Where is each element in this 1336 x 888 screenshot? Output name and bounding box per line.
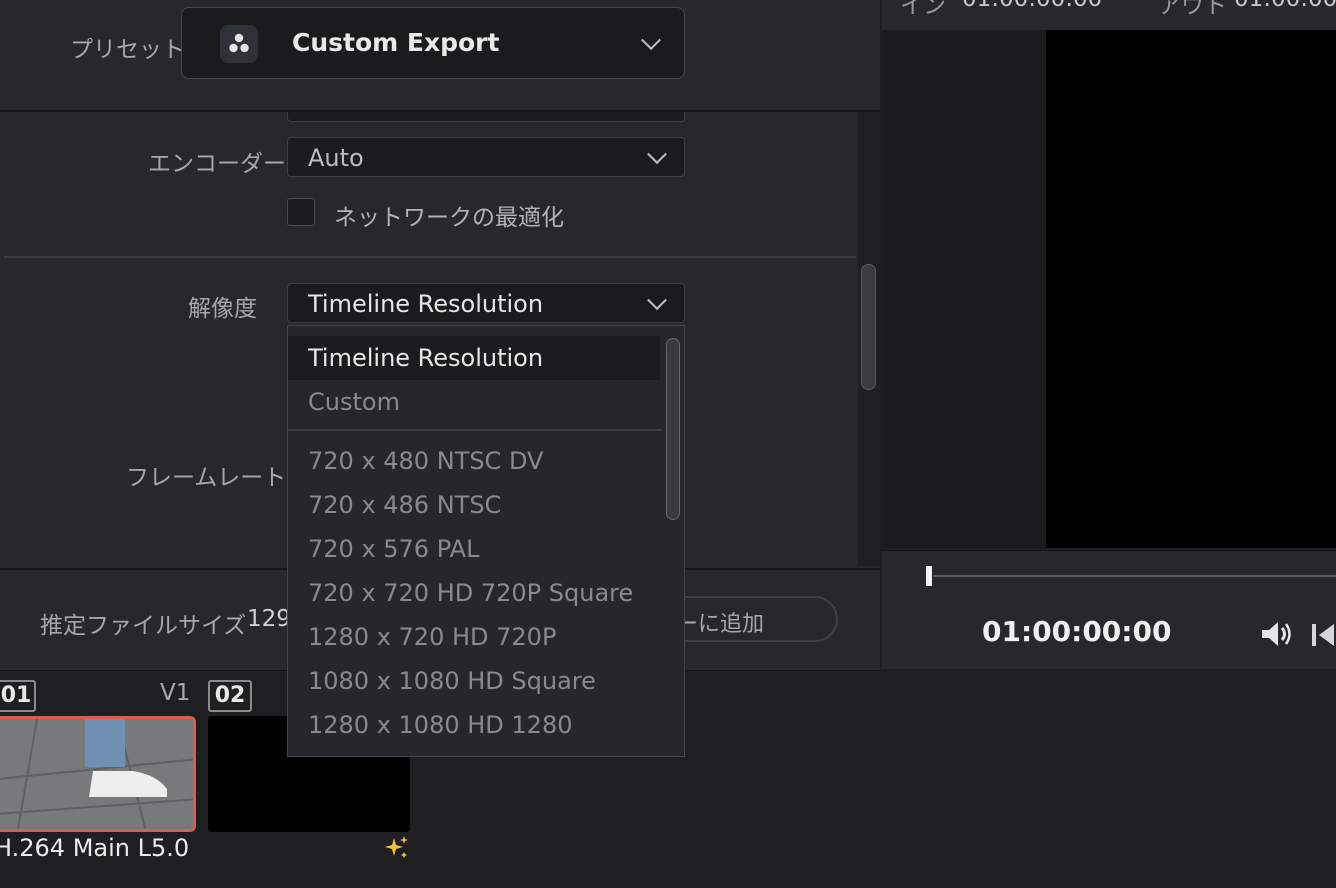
encoder-label: エンコーダー xyxy=(148,151,286,177)
resolution-option[interactable]: 1280 x 720 HD 720P xyxy=(288,615,660,659)
viewer-timecode: 01:00:00:00 xyxy=(982,615,1172,648)
out-label: アウト xyxy=(1158,0,1227,19)
clip-codec-label: H.264 Main L5.0 xyxy=(0,834,190,862)
filesize-value: 129 xyxy=(247,606,291,632)
resolution-value: Timeline Resolution xyxy=(308,290,544,318)
skip-to-start-icon[interactable] xyxy=(1310,621,1336,649)
clip-number-01: 01 xyxy=(0,680,36,712)
track-label: V1 xyxy=(160,680,191,706)
resolution-option[interactable]: 720 x 720 HD 720P Square xyxy=(288,571,660,615)
resolution-option-timeline[interactable]: Timeline Resolution xyxy=(288,336,660,380)
preset-bar: プリセット Custom Export xyxy=(0,0,880,112)
davinci-logo-icon xyxy=(220,25,258,63)
resolution-option[interactable]: 720 x 486 NTSC xyxy=(288,483,660,527)
playhead-handle[interactable] xyxy=(925,565,933,587)
encoder-dropdown[interactable]: Auto xyxy=(287,137,685,177)
encoder-value: Auto xyxy=(308,144,364,172)
resolution-label: 解像度 xyxy=(188,296,257,322)
viewer-background xyxy=(882,30,1046,548)
field-remnant xyxy=(287,112,685,122)
resolution-option[interactable]: 1280 x 1080 HD 1280 xyxy=(288,703,660,747)
section-divider xyxy=(4,256,856,258)
preset-label: プリセット xyxy=(70,37,185,63)
settings-scrollbar-thumb[interactable] xyxy=(861,264,876,390)
sneaker-thumbnail xyxy=(0,719,193,829)
in-label: イン xyxy=(900,0,946,19)
resolution-option[interactable]: 1080 x 1080 HD Square xyxy=(288,659,660,703)
scrubber-track[interactable] xyxy=(928,575,1336,577)
menu-separator xyxy=(288,429,662,431)
clip-thumbnail-01[interactable] xyxy=(0,716,196,832)
network-opt-label: ネットワークの最適化 xyxy=(334,205,564,231)
resolution-options-menu: Timeline Resolution Custom 720 x 480 NTS… xyxy=(287,325,685,757)
scrubber-area: 01:00:00:00 xyxy=(882,550,1336,669)
clip-number-02: 02 xyxy=(208,680,252,712)
filesize-label: 推定ファイルサイズ xyxy=(40,613,247,639)
chevron-down-icon xyxy=(647,144,667,165)
out-timecode[interactable]: 01:00:00:00 xyxy=(1234,0,1336,12)
resolution-option[interactable]: 720 x 480 NTSC DV xyxy=(288,439,660,483)
network-opt-checkbox[interactable] xyxy=(287,198,315,226)
viewer-canvas[interactable] xyxy=(1046,30,1336,548)
in-timecode[interactable]: 01:00:00:00 xyxy=(962,0,1102,12)
preset-dropdown[interactable]: Custom Export xyxy=(181,7,685,79)
resolution-option-custom[interactable]: Custom xyxy=(288,380,660,424)
framerate-label: フレームレート xyxy=(126,465,287,491)
preset-value: Custom Export xyxy=(292,28,500,57)
in-out-bar: イン 01:00:00:00 アウト 01:00:00:00 xyxy=(882,0,1336,30)
chevron-down-icon xyxy=(641,30,661,51)
chevron-down-icon xyxy=(647,290,667,311)
volume-icon[interactable] xyxy=(1260,619,1296,649)
sparkle-icon xyxy=(382,834,410,862)
resolution-option[interactable]: 720 x 576 PAL xyxy=(288,527,660,571)
menu-scrollbar-thumb[interactable] xyxy=(666,338,680,520)
resolution-dropdown[interactable]: Timeline Resolution xyxy=(287,283,685,323)
